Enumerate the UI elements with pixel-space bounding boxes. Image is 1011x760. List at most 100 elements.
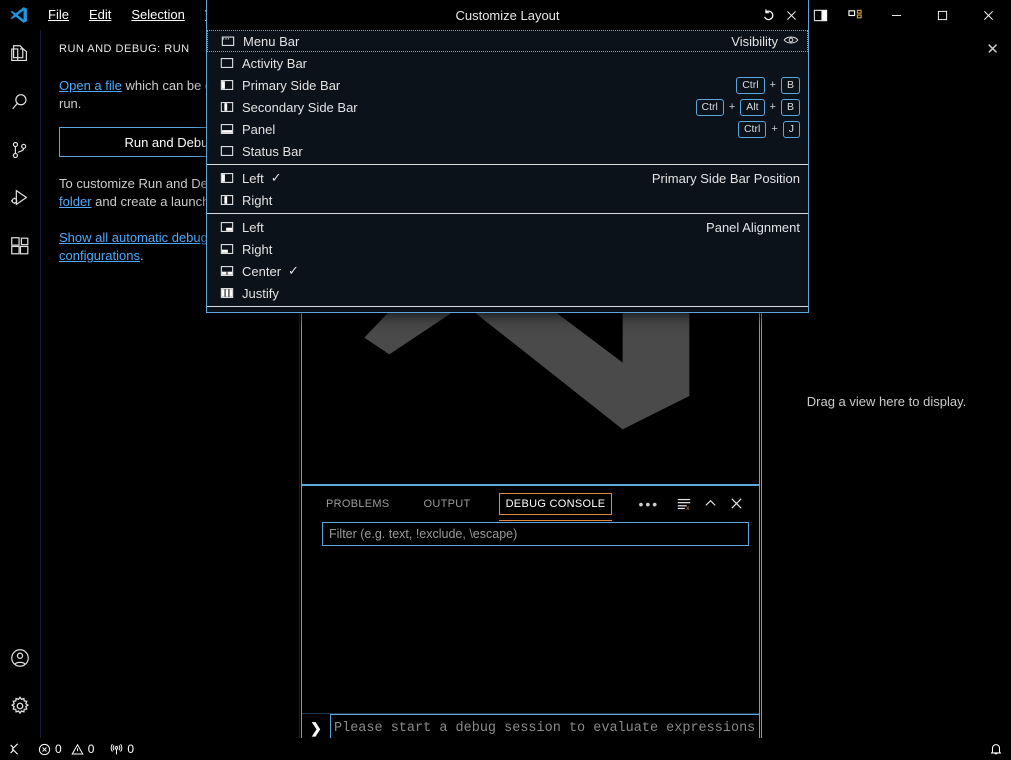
warning-count: 0: [88, 742, 95, 756]
status-bar-right: [981, 738, 1011, 760]
dialog-separator-1: [207, 164, 808, 165]
menu-item-file-label: File: [48, 7, 69, 22]
maximize-button[interactable]: [919, 0, 965, 30]
dialog-item-primary-side-bar[interactable]: Primary Side Bar Ctrl + B: [207, 74, 808, 96]
dialog-item-full-screen[interactable]: Full Screen F11 Modes: [207, 309, 808, 313]
ports-count: 0: [127, 742, 134, 756]
sidebar-position-group-header: Primary Side Bar Position: [652, 171, 800, 186]
sidebar-right-icon: [220, 193, 242, 207]
menu-item-edit[interactable]: Edit: [79, 4, 121, 26]
panel-actions: x: [671, 486, 749, 521]
dialog-item-secondary-side-bar[interactable]: Secondary Side Bar Ctrl + Alt + B: [207, 96, 808, 118]
status-bar: 0 0 0: [0, 738, 1011, 760]
sidebar-left-icon: [220, 171, 242, 185]
svg-text:x: x: [686, 505, 690, 512]
dialog-item-menu-bar-label: Menu Bar: [243, 34, 299, 49]
ports-status-item[interactable]: 0: [102, 738, 142, 760]
dialog-title-bar: Customize Layout: [207, 0, 808, 30]
panel-alignment-group-label: Panel Alignment: [706, 220, 800, 235]
dialog-item-primary-side-bar-label: Primary Side Bar: [242, 78, 340, 93]
dialog-separator-3: [207, 306, 808, 307]
dialog-item-activity-bar[interactable]: Activity Bar: [207, 52, 808, 74]
show-all-automatic-debug-configurations-link[interactable]: Show all automatic debug configurations: [59, 230, 208, 263]
tab-debug-console[interactable]: DEBUG CONSOLE: [499, 493, 613, 515]
panel-align-center-icon: [220, 264, 242, 278]
kbd-plus: +: [771, 123, 777, 135]
menu-item-file[interactable]: File: [38, 4, 79, 26]
panel-keybinding: Ctrl + J: [738, 121, 800, 138]
dialog-item-sidebar-position-right-label: Right: [242, 193, 272, 208]
dialog-item-panel-alignment-justify-label: Justify: [242, 286, 279, 301]
sidebar-position-group-label: Primary Side Bar Position: [652, 171, 800, 186]
automatic-configs-post: .: [140, 248, 144, 263]
menu-item-selection-label: Selection: [131, 7, 184, 22]
dialog-item-activity-bar-label: Activity Bar: [242, 56, 307, 71]
dialog-title-actions: [758, 0, 802, 30]
dialog-item-panel-alignment-center-label: Center: [242, 264, 281, 279]
close-dialog-icon[interactable]: [780, 0, 802, 30]
secondary-side-bar-message: Drag a view here to display.: [762, 394, 1011, 409]
remote-indicator-icon[interactable]: [0, 738, 30, 760]
reset-layout-icon[interactable]: [758, 0, 780, 30]
modes-group-label: Modes: [761, 313, 800, 314]
repl-chevron-icon: ❯: [302, 720, 330, 737]
panel-more-tabs-icon[interactable]: •••: [638, 496, 659, 512]
vscode-logo-icon: [0, 5, 38, 25]
close-panel-icon[interactable]: [723, 486, 749, 521]
problems-status-item[interactable]: 0 0: [30, 738, 102, 760]
tab-debug-console-label: DEBUG CONSOLE: [506, 498, 606, 510]
dialog-item-sidebar-position-left-label: Left: [242, 171, 264, 186]
menu-item-selection[interactable]: Selection: [121, 4, 194, 26]
dialog-item-panel-alignment-right[interactable]: Right: [207, 238, 808, 260]
dialog-item-sidebar-position-left[interactable]: Left ✓ Primary Side Bar Position: [207, 167, 808, 189]
panel-tab-bar: PROBLEMS OUTPUT DEBUG CONSOLE ••• x: [302, 486, 759, 521]
panel-align-left-icon: [220, 220, 242, 234]
accounts-button[interactable]: [0, 634, 41, 682]
sidebar-item-extensions[interactable]: [0, 222, 41, 270]
panel-alignment-group-header: Panel Alignment: [706, 220, 800, 235]
check-icon: ✓: [271, 170, 282, 186]
secondary-side-bar-keybinding: Ctrl + Alt + B: [696, 99, 801, 116]
notifications-bell-icon[interactable]: [981, 738, 1011, 760]
sidebar-item-search[interactable]: [0, 78, 41, 126]
kbd-plus: +: [770, 79, 776, 91]
debug-console-filter-input[interactable]: [329, 527, 742, 541]
kbd-f11: F11: [727, 312, 756, 314]
maximize-panel-icon[interactable]: [697, 486, 723, 521]
panel: PROBLEMS OUTPUT DEBUG CONSOLE ••• x: [301, 485, 760, 742]
clear-console-icon[interactable]: x: [671, 486, 697, 521]
secondary-side-bar-close-icon[interactable]: ✕: [986, 40, 999, 58]
sidebar-item-explorer[interactable]: [0, 30, 41, 78]
kbd-b: B: [781, 99, 800, 116]
dialog-item-panel[interactable]: Panel Ctrl + J: [207, 118, 808, 140]
tab-output-label: OUTPUT: [424, 498, 471, 510]
dialog-title: Customize Layout: [455, 8, 559, 23]
debug-console-filter[interactable]: [322, 522, 749, 546]
dialog-item-status-bar[interactable]: Status Bar: [207, 140, 808, 162]
tab-problems[interactable]: PROBLEMS: [320, 494, 396, 514]
kbd-j: J: [783, 121, 800, 138]
dialog-item-panel-alignment-justify[interactable]: Justify: [207, 282, 808, 304]
kbd-alt: Alt: [740, 99, 764, 116]
customize-layout-icon[interactable]: [838, 0, 873, 30]
dialog-item-menu-bar[interactable]: Menu Bar Visibility: [207, 30, 808, 52]
run-and-debug-button-label: Run and Debug: [124, 135, 215, 150]
tab-problems-label: PROBLEMS: [326, 498, 390, 510]
tab-output[interactable]: OUTPUT: [418, 494, 477, 514]
error-count: 0: [55, 742, 62, 756]
dialog-item-panel-alignment-center[interactable]: Center ✓: [207, 260, 808, 282]
dialog-item-panel-alignment-left[interactable]: Left Panel Alignment: [207, 216, 808, 238]
menu-bar-icon: [221, 34, 243, 48]
panel-align-justify-icon: [220, 286, 242, 300]
sidebar-item-source-control[interactable]: [0, 126, 41, 174]
manage-settings-button[interactable]: [0, 682, 41, 730]
close-button[interactable]: [965, 0, 1011, 30]
dialog-item-sidebar-position-right[interactable]: Right: [207, 189, 808, 211]
panel-icon: [220, 122, 242, 136]
minimize-button[interactable]: [873, 0, 919, 30]
open-a-file-link[interactable]: Open a file: [59, 78, 122, 93]
visibility-group-label: Visibility: [731, 34, 778, 49]
sidebar-item-run-and-debug[interactable]: [0, 174, 41, 222]
menu-item-edit-label: Edit: [89, 7, 111, 22]
check-icon: ✓: [288, 263, 299, 279]
